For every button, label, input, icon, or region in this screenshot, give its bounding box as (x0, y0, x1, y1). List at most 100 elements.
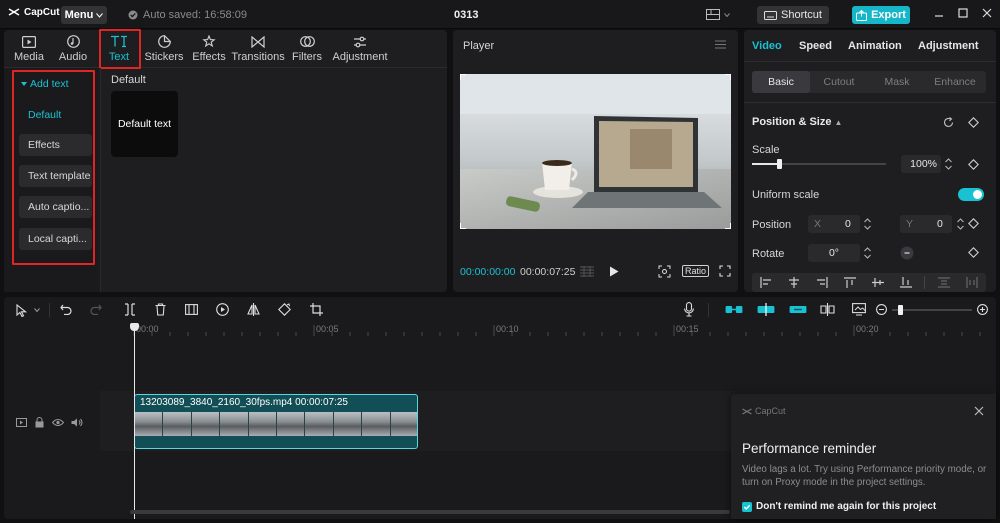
preview-axis-icon[interactable] (820, 303, 835, 316)
keyframe-icon[interactable] (968, 117, 979, 128)
stepper-icon[interactable] (956, 217, 965, 231)
close-icon[interactable] (974, 406, 984, 416)
tab-speed[interactable]: Speed (799, 40, 832, 52)
capcut-logo-icon (742, 407, 752, 415)
checkbox-checked-icon[interactable] (742, 501, 752, 512)
fullscreen-icon[interactable] (719, 265, 731, 277)
freeze-frame-icon[interactable] (185, 304, 198, 315)
timeline-ruler[interactable]: 00:00 00:05 00:10 00:15 00:20 (100, 323, 996, 337)
crop-corner-handles[interactable] (460, 74, 731, 229)
export-button[interactable]: Export (852, 6, 910, 24)
distribute-v-icon[interactable] (966, 277, 978, 288)
uniform-scale-toggle[interactable] (958, 188, 984, 201)
close-icon[interactable] (982, 8, 992, 18)
video-clip[interactable]: 13203089_3840_2160_30fps.mp4 00:00:07:25 (134, 394, 418, 449)
playhead[interactable] (130, 323, 139, 519)
speaker-icon[interactable] (71, 418, 83, 427)
track-video-icon[interactable] (16, 418, 27, 427)
keyframe-icon[interactable] (968, 159, 979, 170)
align-top-icon[interactable] (844, 277, 856, 288)
subtab-cutout[interactable]: Cutout (810, 71, 868, 93)
subtab-basic[interactable]: Basic (752, 71, 810, 93)
playhead-handle[interactable] (130, 323, 139, 331)
stepper-icon[interactable] (863, 246, 872, 260)
scale-value-input[interactable]: 100% (901, 155, 941, 173)
export-label: Export (871, 9, 906, 21)
tab-transitions[interactable]: Transitions (231, 32, 285, 66)
keyframe-icon[interactable] (968, 247, 979, 258)
dont-remind-checkbox[interactable]: Don't remind me again for this project (742, 501, 936, 512)
distribute-icon[interactable] (938, 277, 950, 288)
align-bottom-icon[interactable] (900, 277, 912, 288)
timecode-current: 00:00:00:00 (460, 266, 516, 278)
chevron-down-icon[interactable] (34, 308, 40, 312)
tab-filters[interactable]: Filters (291, 32, 323, 66)
tab-effects[interactable]: Effects (191, 32, 227, 66)
auto-snap-icon[interactable] (757, 303, 775, 316)
zoom-in-icon[interactable] (977, 304, 988, 315)
align-middle-v-icon[interactable] (872, 277, 884, 288)
lock-icon[interactable] (35, 417, 44, 428)
hamburger-menu-icon[interactable] (715, 40, 726, 49)
rotate-input[interactable]: 0° (808, 244, 860, 262)
delete-icon[interactable] (155, 303, 166, 316)
section-title-text: Position & Size (752, 116, 832, 128)
ratio-button[interactable]: Ratio (682, 265, 710, 277)
stepper-icon[interactable] (863, 217, 872, 231)
maximize-icon[interactable] (958, 8, 968, 18)
rotate-dial-icon[interactable] (900, 246, 914, 260)
subtab-enhance[interactable]: Enhance (926, 71, 984, 93)
redo-icon[interactable] (90, 304, 102, 315)
panel-tabbar: Media Audio Text Stickers Effects Transi… (4, 30, 447, 68)
video-preview[interactable] (460, 74, 731, 229)
minimize-icon[interactable] (934, 8, 944, 18)
properties-panel: Video Speed Animation Adjustment Basic C… (744, 30, 996, 292)
timeline-view-icon[interactable] (580, 266, 594, 277)
ruler-label: 00:15 (676, 324, 699, 334)
tab-audio[interactable]: Audio (56, 32, 90, 66)
reset-icon[interactable] (943, 117, 954, 128)
scale-slider-knob[interactable] (776, 159, 782, 169)
align-center-h-icon[interactable] (788, 277, 800, 288)
fit-screen-icon[interactable] (658, 265, 671, 278)
tab-adjustment[interactable]: Adjustment (331, 32, 389, 66)
thumbnail-toggle-icon[interactable] (852, 303, 866, 316)
position-y-input[interactable]: Y 0 (900, 215, 952, 233)
rotate-clip-icon[interactable] (278, 303, 291, 316)
tab-video[interactable]: Video (752, 40, 782, 52)
select-cursor-icon[interactable] (16, 304, 27, 317)
subtab-mask[interactable]: Mask (868, 71, 926, 93)
tab-media[interactable]: Media (12, 32, 46, 66)
align-right-icon[interactable] (816, 277, 828, 288)
eye-icon[interactable] (52, 418, 64, 427)
crop-icon[interactable] (310, 303, 323, 316)
shortcut-button[interactable]: Shortcut (757, 6, 829, 24)
scale-slider[interactable] (752, 159, 886, 169)
keyframe-icon[interactable] (968, 218, 979, 229)
split-icon[interactable] (124, 303, 136, 316)
link-clips-icon[interactable] (725, 304, 743, 315)
clip-thumbnail (191, 412, 221, 436)
microphone-icon[interactable] (684, 302, 694, 317)
tab-stickers[interactable]: Stickers (144, 32, 184, 66)
tab-adjustment-props[interactable]: Adjustment (918, 40, 979, 52)
zoom-slider-knob[interactable] (898, 305, 903, 315)
autosave-text: Auto saved: 16:58:09 (143, 9, 247, 21)
default-text-card[interactable]: Default text (111, 91, 178, 157)
menu-button[interactable]: Menu (61, 6, 107, 24)
scrollbar-thumb[interactable] (130, 510, 730, 514)
position-x-input[interactable]: X 0 (808, 215, 860, 233)
tab-animation[interactable]: Animation (848, 40, 902, 52)
zoom-out-icon[interactable] (876, 304, 887, 315)
align-left-icon[interactable] (760, 277, 772, 288)
reverse-play-icon[interactable] (216, 303, 229, 316)
main-track-magnet-icon[interactable] (789, 304, 807, 315)
undo-icon[interactable] (60, 304, 72, 315)
timeline-toolbar (4, 297, 996, 323)
mirror-icon[interactable] (247, 303, 260, 316)
zoom-slider[interactable] (892, 305, 972, 315)
section-title-position-size[interactable]: Position & Size ▲ (752, 116, 842, 128)
layout-button[interactable] (706, 9, 730, 20)
play-icon[interactable] (609, 266, 619, 277)
stepper-icon[interactable] (944, 157, 953, 171)
